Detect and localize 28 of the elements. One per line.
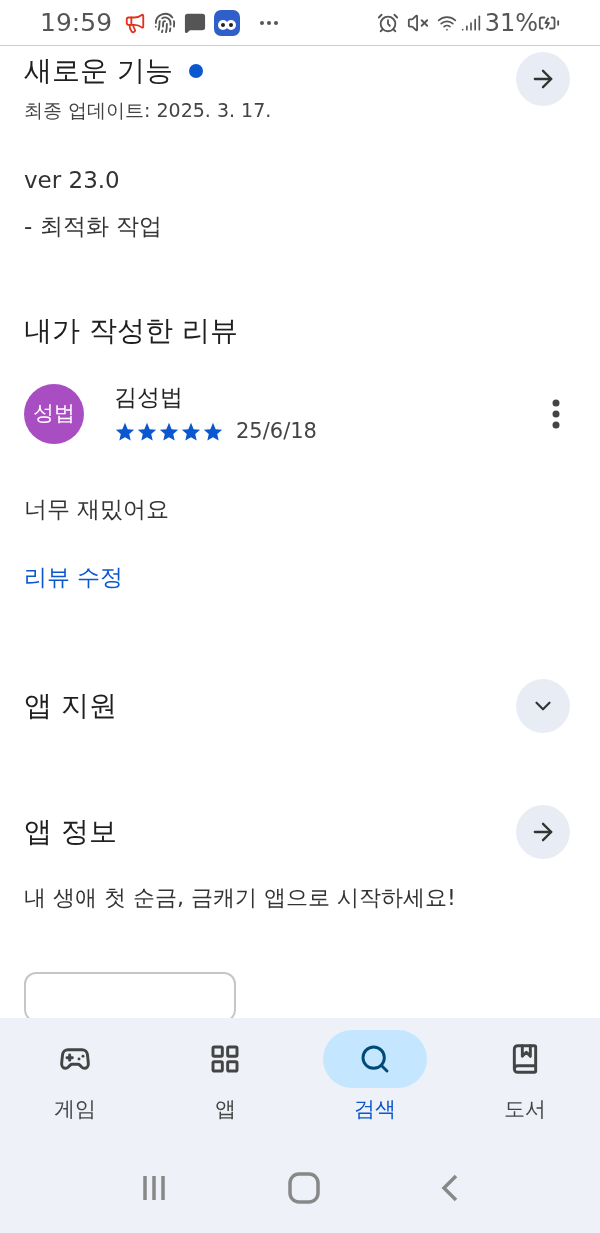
arrow-button[interactable]	[516, 52, 570, 106]
home-icon[interactable]	[288, 1172, 320, 1204]
chat-icon	[184, 11, 207, 34]
update-date: 최종 업데이트: 2025. 3. 17.	[24, 98, 272, 123]
avatar: 성법	[24, 383, 84, 444]
more-options-icon[interactable]	[552, 398, 560, 429]
status-time: 19:59	[40, 6, 113, 39]
megaphone-icon	[124, 11, 147, 34]
section-title: 앱 정보	[24, 813, 117, 850]
fingerprint-icon	[154, 11, 177, 34]
reviewer-name: 김성법	[114, 382, 184, 412]
app-description: 내 생애 첫 순금, 금캐기 앱으로 시작하세요!	[24, 883, 457, 912]
nav-tab[interactable]: 앱	[165, 1029, 285, 1125]
section-title: 앱 지원	[24, 687, 117, 724]
release-note-line: - 최적화 작업	[24, 212, 163, 241]
nav-tab[interactable]: 도서	[465, 1029, 585, 1125]
section-title: 새로운 기능	[24, 53, 173, 89]
release-note-line: ver 23.0	[24, 165, 121, 195]
alarm-icon	[376, 11, 399, 34]
more-notifications-icon	[260, 20, 279, 25]
battery-percent: 31%	[484, 7, 538, 39]
review-text: 너무 재밌어요	[24, 494, 171, 524]
edit-review-link[interactable]: 리뷰 수정	[24, 560, 576, 595]
review-date: 25/6/18	[236, 418, 317, 445]
nav-tab[interactable]: 게임	[15, 1029, 135, 1125]
section-title: 내가 작성한 리뷰	[24, 312, 239, 349]
arrow-button[interactable]	[516, 804, 570, 859]
app-icon	[214, 9, 241, 36]
